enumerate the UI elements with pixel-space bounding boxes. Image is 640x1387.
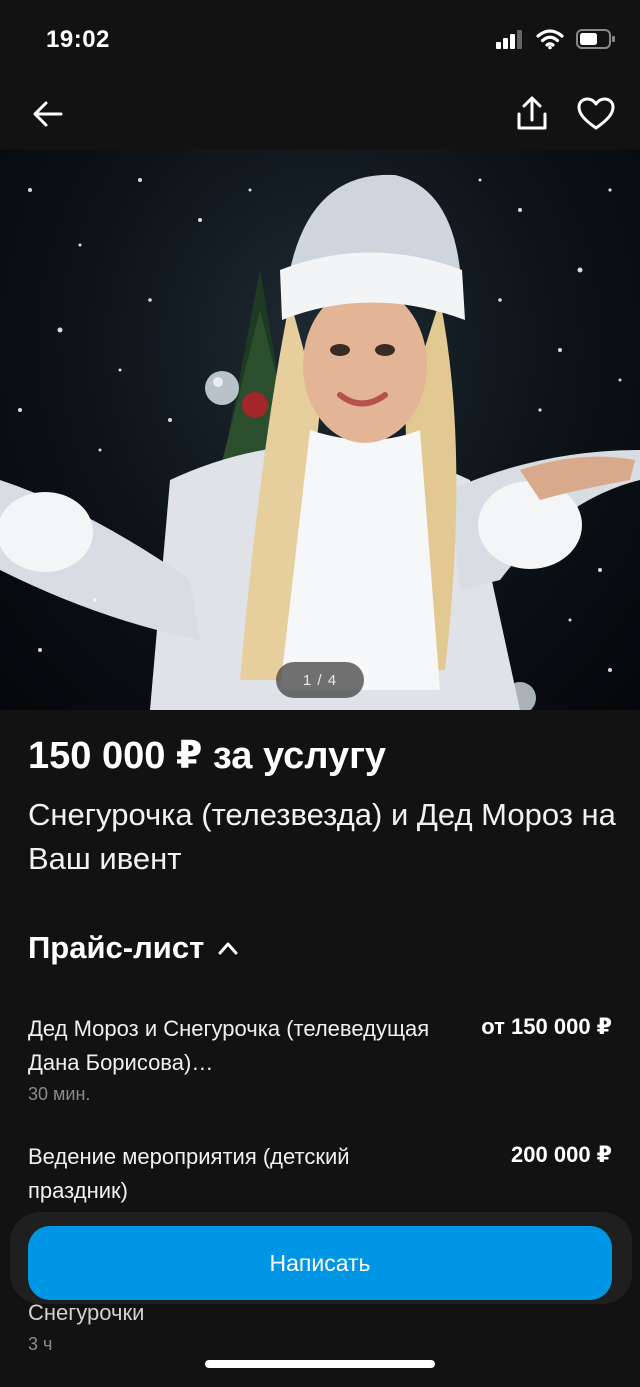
wifi-icon — [536, 28, 564, 55]
write-message-button[interactable]: Написать — [28, 1226, 612, 1300]
photo-counter: 1 / 4 — [276, 662, 364, 698]
favorite-button[interactable] — [574, 92, 618, 136]
status-bar: 19:02 — [0, 0, 640, 80]
home-indicator[interactable] — [205, 1360, 435, 1368]
price-item-duration: 30 мин. — [28, 1084, 91, 1104]
status-icons — [496, 28, 616, 55]
listing-title: Снегурочка (телезвезда) и Дед Мороз на В… — [28, 797, 616, 876]
price-list-item[interactable]: Ведение мероприятия (детский праздник) 2… — [28, 1140, 618, 1208]
back-arrow-icon — [33, 101, 63, 127]
back-button[interactable] — [26, 92, 70, 136]
top-nav-bar — [0, 80, 640, 150]
price-item-amount: 200 000 ₽ — [511, 1142, 612, 1167]
listing-price: 150 000 ₽ за услугу — [28, 735, 387, 777]
screen: 19:02 1 / 4 150 000 ₽ за услугу Снегуроч… — [0, 0, 640, 1387]
price-list-title: Прайс-лист — [28, 930, 205, 965]
share-icon — [517, 96, 547, 130]
price-item-amount: от 150 000 ₽ — [481, 1014, 612, 1039]
heart-icon — [577, 97, 615, 130]
price-item-name: Ведение мероприятия (детский праздник) — [28, 1144, 350, 1203]
chevron-up-icon — [218, 942, 238, 955]
battery-icon — [576, 28, 616, 55]
share-button[interactable] — [510, 92, 554, 136]
signal-icon — [496, 29, 524, 54]
price-item-duration: 3 ч — [28, 1334, 53, 1354]
price-item-name: Дед Мороз и Снегурочка (телеведущая Дана… — [28, 1016, 430, 1075]
price-list-toggle[interactable]: Прайс-лист — [28, 930, 238, 966]
status-time: 19:02 — [46, 26, 110, 53]
price-list-item[interactable]: Снегурочки 3 ч — [28, 1296, 618, 1355]
price-list-item[interactable]: Дед Мороз и Снегурочка (телеведущая Дана… — [28, 1012, 618, 1105]
snow-maiden-photo-illustration — [0, 174, 640, 710]
listing-photo[interactable] — [0, 150, 640, 710]
